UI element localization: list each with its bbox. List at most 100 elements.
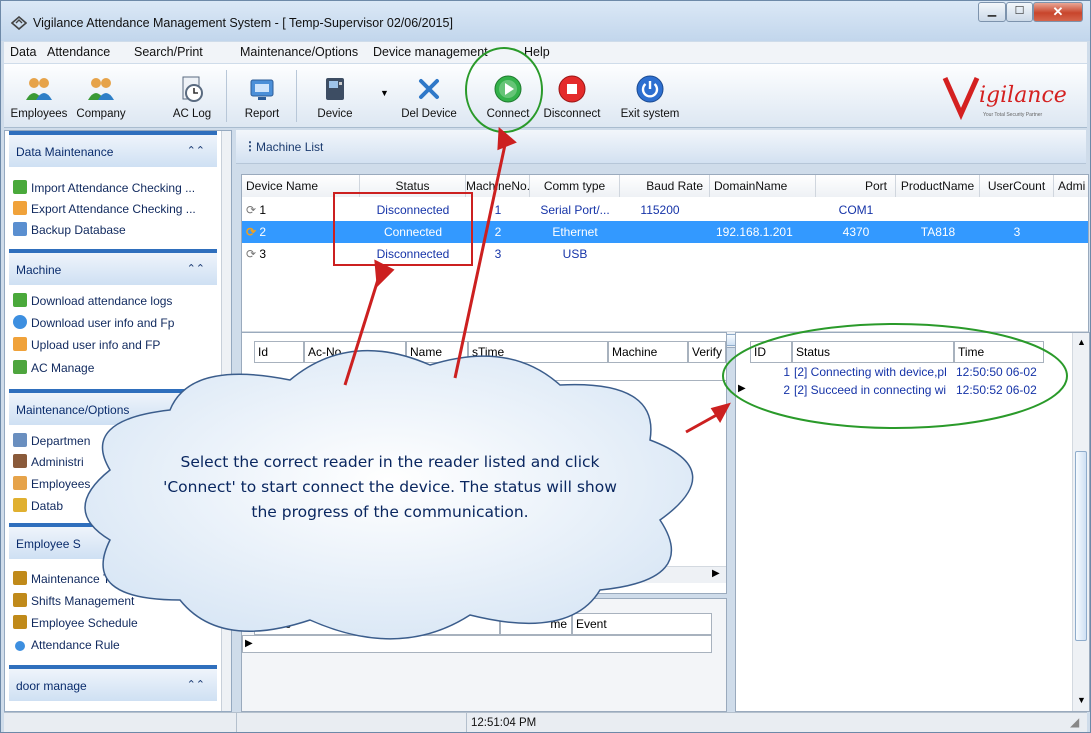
del-device-button[interactable]: Del Device bbox=[397, 64, 461, 126]
table-row-empty[interactable]: ▶ bbox=[242, 635, 712, 653]
menu-data[interactable]: Data bbox=[10, 45, 36, 59]
sidebar: Data Maintenance ⌃⌃ Import Attendance Ch… bbox=[4, 130, 232, 712]
employees-icon bbox=[26, 78, 52, 100]
sidebar-item-attendance-rule[interactable]: Attendance Rule bbox=[13, 638, 120, 658]
menu-help[interactable]: Help bbox=[524, 45, 550, 59]
col-machine-no[interactable]: MachineNo. bbox=[466, 175, 530, 197]
log-grid-hscrollbar[interactable]: ▶ bbox=[242, 566, 726, 583]
sidebar-section-machine[interactable]: Machine ⌃⌃ bbox=[9, 249, 217, 285]
col-product-name[interactable]: ProductName bbox=[896, 175, 980, 197]
minimize-button[interactable]: ▁ bbox=[978, 2, 1006, 22]
table-row-selected[interactable]: ⟳ 2 Connected 2 Ethernet 192.168.1.201 4… bbox=[242, 221, 1088, 243]
vigilance-logo: igilance Your Total Security Partner bbox=[942, 76, 1067, 121]
table-row[interactable]: ⟳ 1 Disconnected 1 Serial Port/... 11520… bbox=[242, 199, 1088, 221]
report-icon bbox=[250, 79, 274, 100]
table-row[interactable]: 1 [2] Connecting with device,pl 12:50:50… bbox=[736, 363, 1072, 381]
menu-device-management[interactable]: Device management bbox=[373, 45, 488, 59]
sidebar-item-download-user-info[interactable]: Download user info and Fp bbox=[13, 315, 174, 335]
col-time[interactable]: me bbox=[500, 613, 572, 635]
col-ac-no[interactable]: Ac-No bbox=[304, 341, 406, 363]
maximize-button[interactable]: ☐ bbox=[1006, 2, 1033, 22]
col-domain-name[interactable]: DomainName bbox=[710, 175, 816, 197]
device-status: Disconnected bbox=[376, 247, 450, 261]
close-button[interactable]: ✕ bbox=[1033, 2, 1083, 22]
collapse-chevron-icon[interactable]: ⌃⌃ bbox=[187, 678, 205, 691]
col-stime[interactable]: sTime bbox=[468, 341, 608, 363]
grip-icon: ⋮ bbox=[244, 139, 256, 153]
col-machine[interactable]: Machine bbox=[608, 341, 688, 363]
table-row[interactable]: ▶ 2 [2] Succeed in connecting wi 12:50:5… bbox=[736, 381, 1072, 399]
sidebar-section-data-maintenance[interactable]: Data Maintenance ⌃⌃ bbox=[9, 131, 217, 167]
status-bar: 12:51:04 PM ◢ bbox=[4, 712, 1087, 732]
ac-manage-icon bbox=[13, 360, 27, 374]
device-connected-refresh-icon: ⟳ bbox=[246, 225, 257, 239]
sidebar-item-export-attendance[interactable]: Export Attendance Checking ... bbox=[13, 201, 196, 221]
sidebar-section-employee-schedule[interactable]: Employee S bbox=[9, 523, 217, 559]
col-name[interactable]: me bbox=[358, 613, 500, 635]
ac-log-button[interactable]: AC Log bbox=[172, 64, 212, 126]
col-id[interactable]: Id bbox=[254, 341, 304, 363]
col-status[interactable]: Status bbox=[360, 175, 466, 197]
scroll-thumb[interactable] bbox=[1075, 451, 1087, 641]
col-user-count[interactable]: UserCount bbox=[980, 175, 1054, 197]
device-icon bbox=[326, 78, 344, 100]
sidebar-item-maintenance-time[interactable]: Maintenance Time bbox=[13, 571, 129, 591]
sidebar-section-door-manage[interactable]: door manage ⌃⌃ bbox=[9, 665, 217, 701]
resize-grip-icon[interactable]: ◢ bbox=[1070, 715, 1079, 729]
sidebar-item-employees[interactable]: Employees bbox=[13, 476, 90, 496]
col-admin[interactable]: Admi bbox=[1054, 175, 1088, 197]
col-status[interactable]: Status bbox=[792, 341, 954, 363]
app-icon bbox=[11, 16, 27, 30]
sidebar-item-database[interactable]: Datab bbox=[13, 498, 63, 518]
sidebar-item-ac-manage[interactable]: AC Manage bbox=[13, 360, 94, 380]
col-id[interactable]: ID bbox=[750, 341, 792, 363]
menu-attendance[interactable]: Attendance bbox=[47, 45, 110, 59]
device-dropdown-arrow-icon[interactable]: ▼ bbox=[380, 88, 389, 98]
sidebar-section-maintenance-options[interactable]: Maintenance/Options ⌃⌃ bbox=[9, 389, 217, 425]
sidebar-scrollbar[interactable] bbox=[221, 131, 231, 711]
administrator-icon bbox=[13, 454, 27, 468]
upload-arrow-icon bbox=[13, 337, 27, 351]
sidebar-item-download-logs[interactable]: Download attendance logs bbox=[13, 293, 172, 313]
company-button[interactable]: Company bbox=[72, 64, 130, 126]
col-name[interactable]: Name bbox=[406, 341, 468, 363]
collapse-chevron-icon[interactable]: ⌃⌃ bbox=[187, 144, 205, 157]
device-button[interactable]: Device bbox=[308, 64, 362, 126]
sidebar-item-department[interactable]: Departmen bbox=[13, 433, 90, 453]
col-verify-mode[interactable]: Verify M bbox=[688, 341, 726, 363]
col-time[interactable]: Time bbox=[954, 341, 1044, 363]
download-arrow-icon bbox=[13, 293, 27, 307]
disconnect-button[interactable]: Disconnect bbox=[540, 64, 604, 126]
row-pointer-icon: ▶ bbox=[738, 383, 746, 394]
sidebar-item-import-attendance[interactable]: Import Attendance Checking ... bbox=[13, 180, 195, 200]
sidebar-item-administrator[interactable]: Administri bbox=[13, 454, 84, 474]
sidebar-item-shifts-management[interactable]: Shifts Management bbox=[13, 593, 134, 613]
report-button[interactable]: Report bbox=[242, 64, 282, 126]
table-row[interactable]: ⟳ 3 Disconnected 3 USB bbox=[242, 243, 1088, 265]
device-refresh-icon: ⟳ bbox=[246, 247, 257, 261]
col-ac-no[interactable]: Ac-No bbox=[254, 613, 358, 635]
sidebar-item-backup-database[interactable]: Backup Database bbox=[13, 222, 126, 242]
employees-button[interactable]: Employees bbox=[8, 64, 70, 126]
menu-search-print[interactable]: Search/Print bbox=[134, 45, 203, 59]
status-grid-vscrollbar[interactable]: ▲ ▼ bbox=[1072, 333, 1089, 711]
menu-maintenance-options[interactable]: Maintenance/Options bbox=[240, 45, 358, 59]
machine-list-header: ⋮ Machine List bbox=[236, 130, 1086, 164]
menu-bar: Data Attendance Search/Print Maintenance… bbox=[4, 42, 1087, 63]
scroll-up-icon[interactable]: ▲ bbox=[1077, 337, 1086, 347]
col-baud-rate[interactable]: Baud Rate bbox=[620, 175, 710, 197]
collapse-chevron-icon[interactable]: ⌃⌃ bbox=[187, 402, 205, 415]
sidebar-item-upload-user-info[interactable]: Upload user info and FP bbox=[13, 337, 160, 357]
sidebar-item-employee-schedule[interactable]: Employee Schedule bbox=[13, 615, 138, 635]
row-pointer-icon: ▶ bbox=[245, 638, 253, 649]
col-port[interactable]: Port bbox=[816, 175, 896, 197]
exit-system-button[interactable]: Exit system bbox=[618, 64, 682, 126]
scroll-down-icon[interactable]: ▼ bbox=[1077, 695, 1086, 705]
collapse-chevron-icon[interactable]: ⌃⌃ bbox=[187, 262, 205, 275]
col-comm-type[interactable]: Comm type bbox=[530, 175, 620, 197]
connect-button[interactable]: Connect bbox=[480, 64, 536, 126]
col-device-name[interactable]: Device Name bbox=[242, 175, 360, 197]
table-row-empty[interactable] bbox=[242, 363, 726, 381]
scroll-right-icon[interactable]: ▶ bbox=[712, 568, 720, 579]
col-event[interactable]: Event bbox=[572, 613, 712, 635]
